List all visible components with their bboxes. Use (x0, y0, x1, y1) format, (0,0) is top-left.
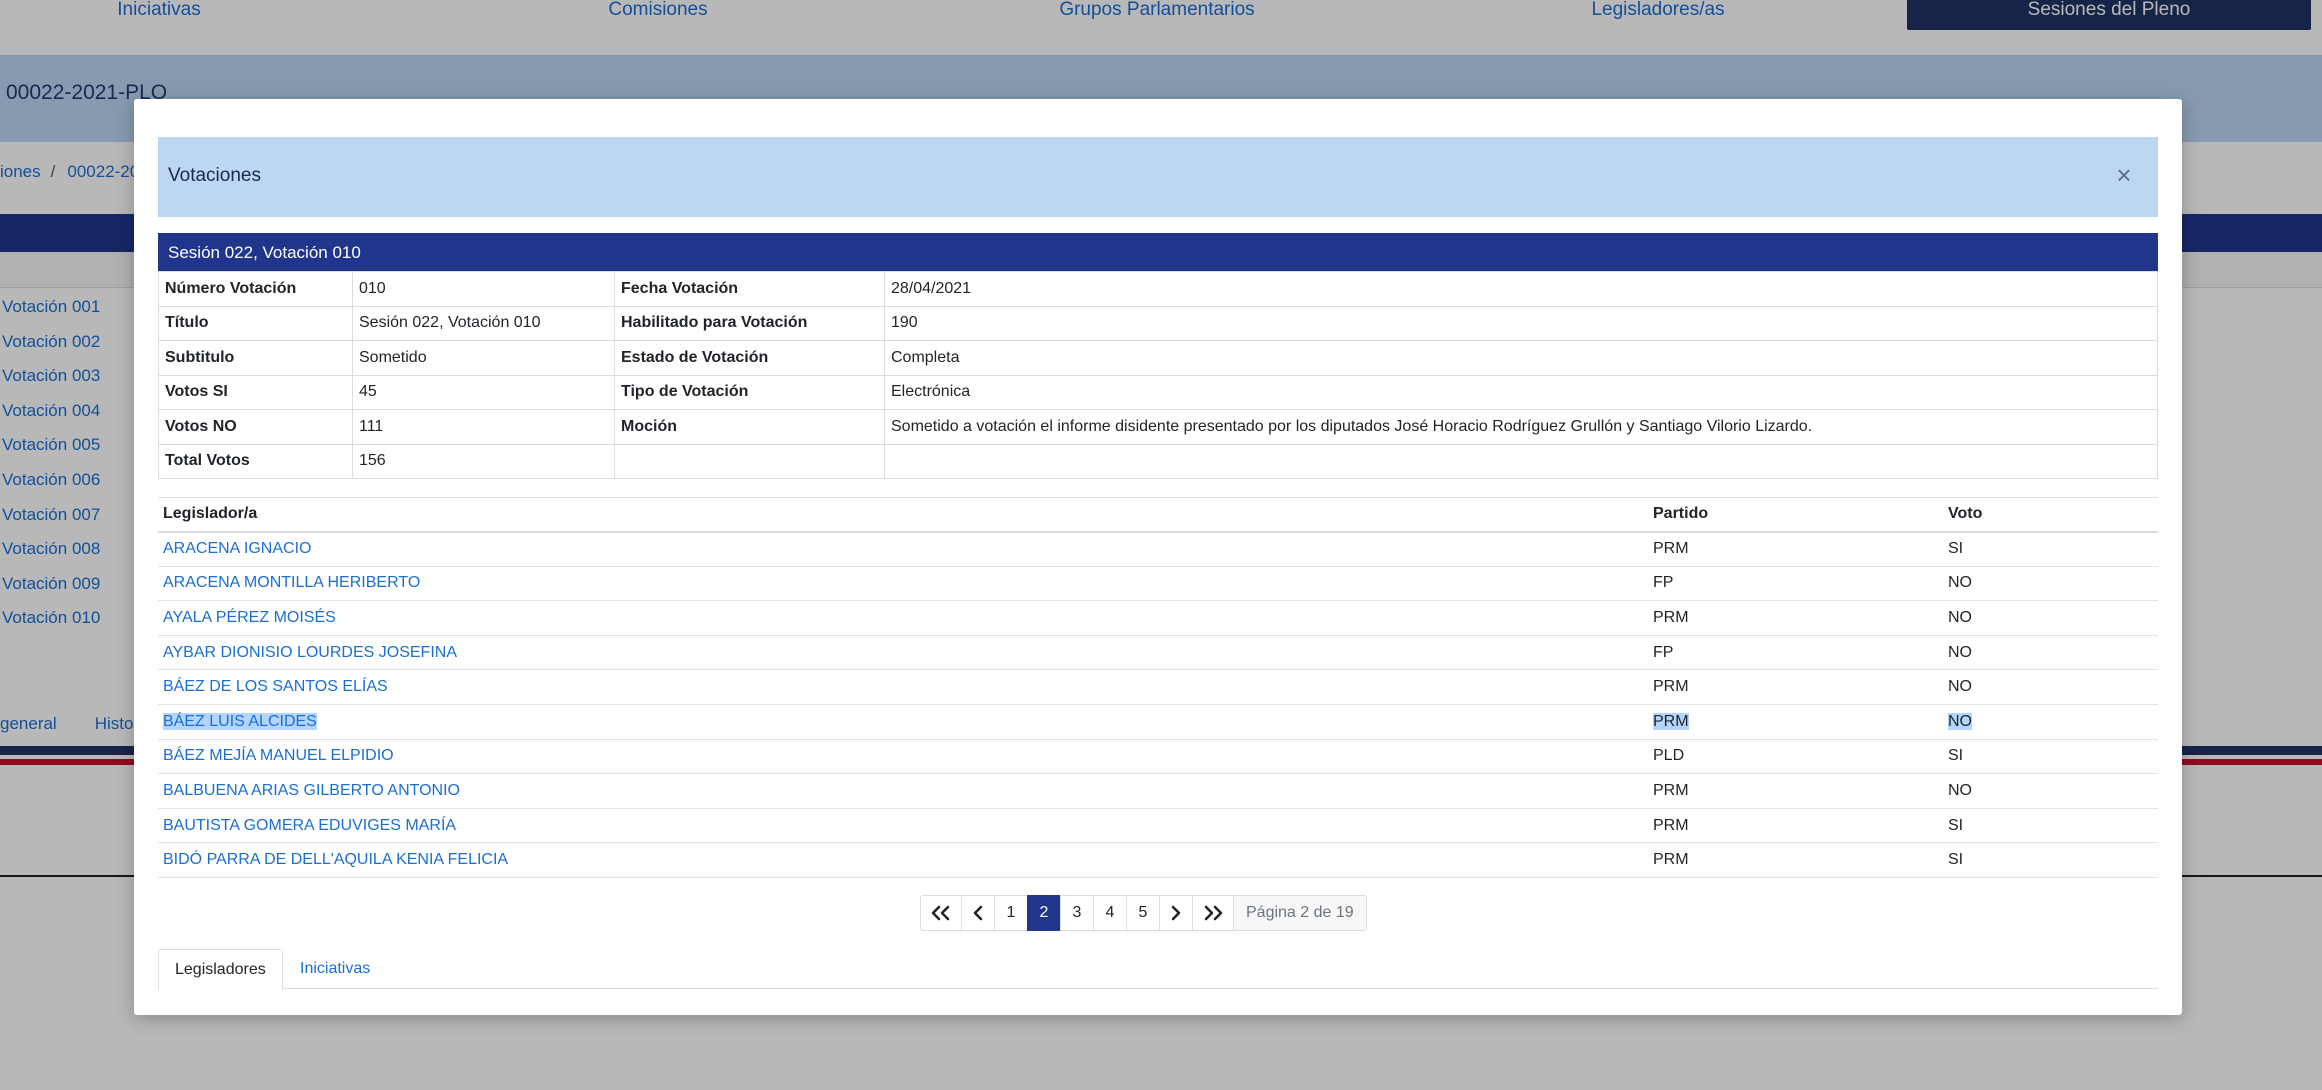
legislator-link[interactable]: BÁEZ LUIS ALCIDES (163, 712, 317, 730)
info-value: 28/04/2021 (884, 271, 2158, 307)
info-label: Fecha Votación (614, 271, 885, 307)
party-cell: PRM (1648, 773, 1943, 809)
table-row: BALBUENA ARIAS GILBERTO ANTONIO PRM NO (158, 773, 2158, 809)
vote-cell: SI (1943, 531, 2158, 567)
info-row: Subtitulo Sometido Estado de Votación Co… (158, 340, 2158, 376)
page-button[interactable]: 3 (1060, 895, 1094, 931)
party-cell: PRM (1648, 808, 1943, 844)
next-page-button[interactable] (1159, 895, 1193, 931)
info-value: 111 (352, 409, 615, 445)
vote-cell: SI (1943, 842, 2158, 878)
info-label: Tipo de Votación (614, 374, 885, 410)
legislator-link[interactable]: AYBAR DIONISIO LOURDES JOSEFINA (163, 644, 457, 661)
session-title: Sesión 022, Votación 010 (168, 243, 361, 262)
table-row: ARACENA MONTILLA HERIBERTO FP NO (158, 566, 2158, 602)
table-row: BAUTISTA GOMERA EDUVIGES MARÍA PRM SI (158, 808, 2158, 844)
party-cell: PRM (1648, 669, 1943, 705)
info-row: Título Sesión 022, Votación 010 Habilita… (158, 305, 2158, 341)
page-info: Página 2 de 19 (1233, 895, 1367, 931)
table-row: AYBAR DIONISIO LOURDES JOSEFINA FP NO (158, 635, 2158, 671)
legislator-link[interactable]: ARACENA IGNACIO (163, 540, 311, 557)
column-header-legislador: Legislador/a (158, 497, 1648, 533)
column-header-voto: Voto (1943, 497, 2158, 533)
info-label: Votos SI (158, 374, 353, 410)
vote-cell: NO (1943, 773, 2158, 809)
info-label: Estado de Votación (614, 340, 885, 376)
table-row: ARACENA IGNACIO PRM SI (158, 531, 2158, 567)
legislator-link[interactable]: BÁEZ MEJÍA MANUEL ELPIDIO (163, 747, 394, 764)
info-row: Votos SI 45 Tipo de Votación Electrónica (158, 374, 2158, 410)
info-value: Completa (884, 340, 2158, 376)
party-cell: PRM (1653, 712, 1689, 730)
info-label: Moción (614, 409, 885, 445)
info-label: Total Votos (158, 443, 353, 479)
page-button[interactable]: 1 (994, 895, 1028, 931)
info-label: Subtitulo (158, 340, 353, 376)
info-value: 010 (352, 271, 615, 307)
chevron-left-icon (973, 905, 983, 921)
legislator-link[interactable]: BÁEZ DE LOS SANTOS ELÍAS (163, 678, 388, 695)
vote-info-table: Número Votación 010 Fecha Votación 28/04… (158, 271, 2158, 479)
legislator-link[interactable]: BAUTISTA GOMERA EDUVIGES MARÍA (163, 817, 456, 834)
party-cell: PRM (1648, 531, 1943, 567)
vote-cell: SI (1943, 739, 2158, 775)
info-row: Votos NO 111 Moción Sometido a votación … (158, 409, 2158, 445)
votaciones-modal: Votaciones × Sesión 022, Votación 010 Nú… (134, 99, 2182, 1015)
info-label: Título (158, 305, 353, 341)
page-button[interactable]: 5 (1126, 895, 1160, 931)
first-page-button[interactable] (920, 895, 962, 931)
close-icon[interactable]: × (2112, 161, 2136, 191)
vote-cell: NO (1943, 600, 2158, 636)
tab-iniciativas[interactable]: Iniciativas (284, 949, 386, 990)
tab-legisladores[interactable]: Legisladores (158, 949, 283, 990)
session-header: Sesión 022, Votación 010 (158, 233, 2158, 271)
info-value: 156 (352, 443, 615, 479)
party-cell: FP (1648, 635, 1943, 671)
page-button-current[interactable]: 2 (1027, 895, 1061, 931)
modal-tabs: Legisladores Iniciativas (158, 949, 2158, 990)
legislator-link[interactable]: ARACENA MONTILLA HERIBERTO (163, 574, 420, 591)
party-cell: PLD (1648, 739, 1943, 775)
page-button[interactable]: 4 (1093, 895, 1127, 931)
info-value: 45 (352, 374, 615, 410)
legislator-link[interactable]: BALBUENA ARIAS GILBERTO ANTONIO (163, 782, 460, 799)
previous-page-button[interactable] (961, 895, 995, 931)
table-row: BÁEZ LUIS ALCIDES PRM NO (158, 704, 2158, 740)
pagination: 1 2 3 4 5 Página 2 de 19 (920, 895, 1367, 931)
table-row: BIDÓ PARRA DE DELL'AQUILA KENIA FELICIA … (158, 842, 2158, 878)
double-chevron-left-icon (931, 905, 950, 921)
party-cell: FP (1648, 566, 1943, 602)
info-row: Número Votación 010 Fecha Votación 28/04… (158, 271, 2158, 307)
legislator-link[interactable]: BIDÓ PARRA DE DELL'AQUILA KENIA FELICIA (163, 851, 508, 868)
info-value: Sometido (352, 340, 615, 376)
info-label: Número Votación (158, 271, 353, 307)
double-chevron-right-icon (1204, 905, 1223, 921)
chevron-right-icon (1171, 905, 1181, 921)
table-row: BÁEZ MEJÍA MANUEL ELPIDIO PLD SI (158, 739, 2158, 775)
info-value: Electrónica (884, 374, 2158, 410)
table-row: AYALA PÉREZ MOISÉS PRM NO (158, 600, 2158, 636)
table-header-row: Legislador/a Partido Voto (158, 497, 2158, 533)
party-cell: PRM (1648, 842, 1943, 878)
vote-cell: SI (1943, 808, 2158, 844)
modal-header: Votaciones × (158, 137, 2158, 217)
legislator-link[interactable]: AYALA PÉREZ MOISÉS (163, 609, 336, 626)
table-row: BÁEZ DE LOS SANTOS ELÍAS PRM NO (158, 669, 2158, 705)
info-row: Total Votos 156 (158, 443, 2158, 479)
party-cell: PRM (1648, 600, 1943, 636)
modal-title: Votaciones (168, 165, 261, 186)
legislators-table: Legislador/a Partido Voto ARACENA IGNACI… (158, 497, 2158, 878)
info-value: Sesión 022, Votación 010 (352, 305, 615, 341)
info-label: Habilitado para Votación (614, 305, 885, 341)
last-page-button[interactable] (1192, 895, 1234, 931)
info-value: 190 (884, 305, 2158, 341)
vote-cell: NO (1943, 669, 2158, 705)
info-label: Votos NO (158, 409, 353, 445)
vote-cell: NO (1943, 566, 2158, 602)
vote-cell: NO (1948, 712, 1972, 730)
vote-cell: NO (1943, 635, 2158, 671)
column-header-partido: Partido (1648, 497, 1943, 533)
info-value: Sometido a votación el informe disidente… (884, 409, 2158, 445)
